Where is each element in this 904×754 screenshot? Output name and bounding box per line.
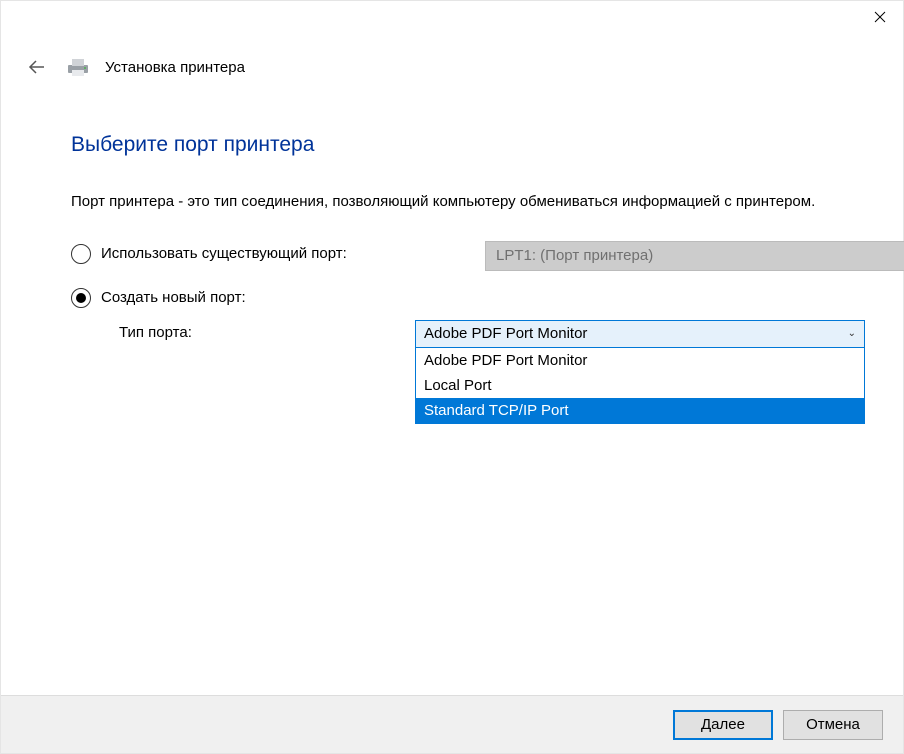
option-use-existing-port: Использовать существующий порт: LPT1: (П… xyxy=(71,244,839,264)
port-type-selected[interactable]: Adobe PDF Port Monitor ⌄ xyxy=(415,320,865,348)
close-icon xyxy=(874,11,886,23)
port-type-option[interactable]: Adobe PDF Port Monitor xyxy=(416,348,864,373)
option-create-new-port: Создать новый порт: xyxy=(71,288,839,308)
radio-create-new[interactable] xyxy=(71,288,91,308)
existing-port-dropdown: LPT1: (Порт принтера) ⌄ xyxy=(485,241,904,271)
existing-port-value: LPT1: (Порт принтера) xyxy=(496,247,653,264)
port-type-label: Тип порта: xyxy=(119,320,192,341)
titlebar xyxy=(1,1,903,47)
chevron-down-icon: ⌄ xyxy=(848,328,856,339)
wizard-footer: Далее Отмена xyxy=(1,695,903,753)
port-type-option[interactable]: Local Port xyxy=(416,373,864,398)
port-type-selected-text: Adobe PDF Port Monitor xyxy=(424,325,587,342)
printer-icon xyxy=(65,57,91,77)
radio-use-existing-label[interactable]: Использовать существующий порт: xyxy=(101,245,347,262)
page-description: Порт принтера - это тип соединения, позв… xyxy=(71,191,839,214)
radio-use-existing[interactable] xyxy=(71,244,91,264)
page-heading: Выберите порт принтера xyxy=(71,133,839,157)
port-type-row: Тип порта: Adobe PDF Port Monitor ⌄ Adob… xyxy=(71,320,839,341)
back-arrow-icon xyxy=(27,57,47,77)
wizard-header: Установка принтера xyxy=(1,47,903,81)
port-type-option[interactable]: Standard TCP/IP Port xyxy=(416,398,864,423)
cancel-button[interactable]: Отмена xyxy=(783,710,883,740)
next-button[interactable]: Далее xyxy=(673,710,773,740)
port-type-dropdown-list: Adobe PDF Port Monitor Local Port Standa… xyxy=(415,348,865,424)
port-type-combobox[interactable]: Adobe PDF Port Monitor ⌄ Adobe PDF Port … xyxy=(415,320,865,424)
wizard-content: Выберите порт принтера Порт принтера - э… xyxy=(1,81,903,695)
close-button[interactable] xyxy=(857,1,903,33)
wizard-title: Установка принтера xyxy=(105,59,245,76)
radio-create-new-label[interactable]: Создать новый порт: xyxy=(101,289,246,306)
back-button[interactable] xyxy=(23,53,51,81)
add-printer-wizard-window: Установка принтера Выберите порт принтер… xyxy=(0,0,904,754)
